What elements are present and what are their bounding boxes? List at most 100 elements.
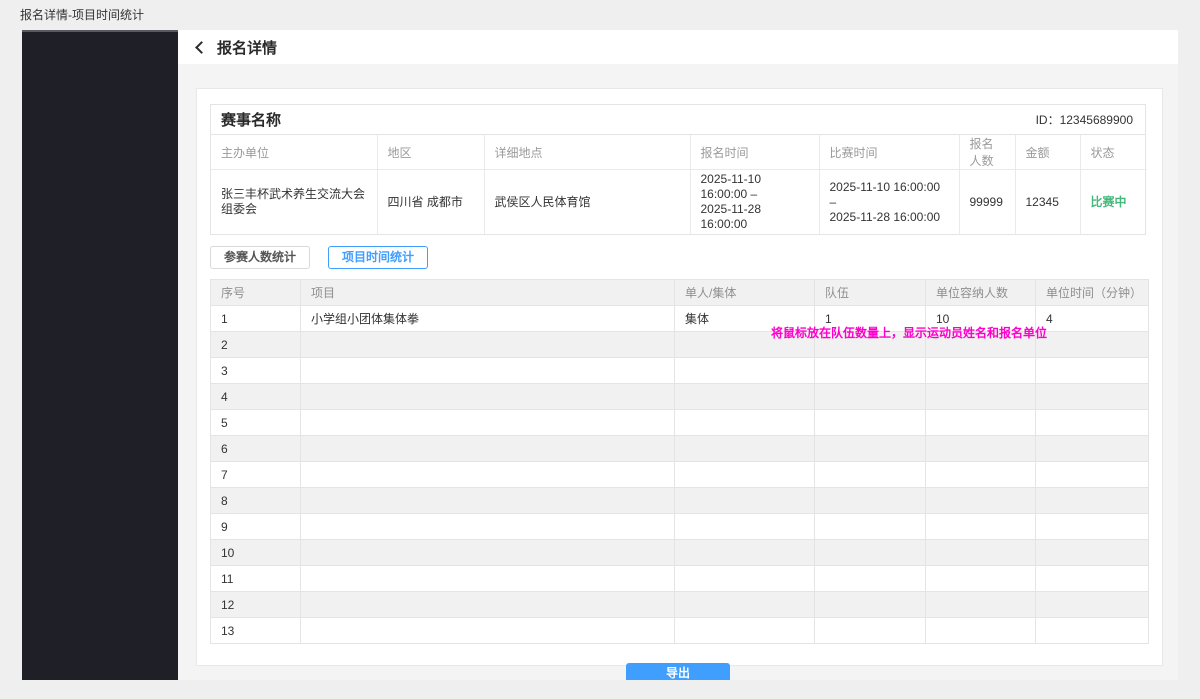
table-cell: 5 (211, 410, 301, 436)
table-cell (815, 592, 926, 618)
table-cell (301, 540, 675, 566)
table-cell (675, 488, 815, 514)
table-cell (675, 592, 815, 618)
table-cell (815, 462, 926, 488)
table-cell (815, 410, 926, 436)
event-info-value-cell: 武侯区人民体育馆 (484, 170, 690, 235)
event-info-value-cell: 张三丰杯武术养生交流大会组委会 (211, 170, 377, 235)
event-name: 赛事名称 (221, 109, 281, 130)
table-row: 12 (211, 592, 1149, 618)
table-cell: 6 (211, 436, 301, 462)
event-info-value-cell: 99999 (959, 170, 1015, 235)
table-cell: 4 (211, 384, 301, 410)
table-cell (1036, 618, 1149, 644)
table-cell: 1 (211, 306, 301, 332)
back-chevron-icon (195, 41, 208, 54)
table-row: 9 (211, 514, 1149, 540)
event-info-value-cell: 12345 (1015, 170, 1080, 235)
table-cell (926, 566, 1036, 592)
table-row: 13 (211, 618, 1149, 644)
table-cell (815, 436, 926, 462)
event-info-col-header: 主办单位 (211, 135, 377, 170)
table-cell (675, 462, 815, 488)
table-cell: 13 (211, 618, 301, 644)
table-cell (1036, 410, 1149, 436)
table-cell (926, 410, 1036, 436)
table-cell (1036, 566, 1149, 592)
event-info-value-cell: 2025-11-10 16:00:00 – 2025-11-28 16:00:0… (819, 170, 959, 235)
table-row: 10 (211, 540, 1149, 566)
export-row: 导出 (210, 663, 1146, 680)
event-info-col-header: 报名时间 (690, 135, 819, 170)
event-info-col-header: 金额 (1015, 135, 1080, 170)
table-cell: 11 (211, 566, 301, 592)
table-col-header: 单位容纳人数 (926, 280, 1036, 306)
table-cell (301, 332, 675, 358)
table-cell (301, 592, 675, 618)
table-cell (301, 618, 675, 644)
window-title: 报名详情-项目时间统计 (20, 6, 144, 23)
table-row: 4 (211, 384, 1149, 410)
tab-participant-count-stats[interactable]: 参赛人数统计 (210, 246, 310, 269)
table-cell: 7 (211, 462, 301, 488)
table-cell (815, 358, 926, 384)
table-cell (926, 540, 1036, 566)
sidebar (22, 30, 178, 680)
table-cell: 2 (211, 332, 301, 358)
back-button[interactable]: 报名详情 (197, 37, 277, 58)
table-cell (675, 618, 815, 644)
project-time-table-wrap: 序号项目单人/集体队伍单位容纳人数单位时间（分钟） 1小学组小团体集体拳集体11… (210, 279, 1146, 644)
table-cell (1036, 540, 1149, 566)
event-info-value-row: 张三丰杯武术养生交流大会组委会四川省 成都市武侯区人民体育馆 2025-11-10… (211, 170, 1147, 235)
table-cell (301, 384, 675, 410)
table-header-row: 序号项目单人/集体队伍单位容纳人数单位时间（分钟） (211, 280, 1149, 306)
table-col-header: 队伍 (815, 280, 926, 306)
table-cell (675, 410, 815, 436)
table-cell (926, 618, 1036, 644)
table-cell (301, 488, 675, 514)
event-title-row: 赛事名称 ID：12345689900 (211, 105, 1145, 135)
table-col-header: 单位时间（分钟） (1036, 280, 1149, 306)
table-cell: 8 (211, 488, 301, 514)
content-area: 报名详情 赛事名称 ID：12345689900 主办单位地区详细地点报名时间比… (178, 30, 1178, 680)
table-row: 6 (211, 436, 1149, 462)
table-cell (301, 358, 675, 384)
table-cell (301, 514, 675, 540)
table-cell (815, 488, 926, 514)
table-col-header: 项目 (301, 280, 675, 306)
table-cell (675, 384, 815, 410)
event-info-col-header: 地区 (377, 135, 484, 170)
table-cell: 10 (211, 540, 301, 566)
table-cell (675, 566, 815, 592)
page-header: 报名详情 (178, 30, 1178, 64)
table-row: 11 (211, 566, 1149, 592)
table-cell (675, 436, 815, 462)
table-cell (301, 566, 675, 592)
hover-hint-annotation: 将鼠标放在队伍数量上，显示运动员姓名和报名单位 (771, 324, 1047, 341)
event-info-box: 赛事名称 ID：12345689900 主办单位地区详细地点报名时间比赛时间报名… (210, 104, 1146, 235)
tab-project-time-stats[interactable]: 项目时间统计 (328, 246, 428, 269)
table-cell (1036, 514, 1149, 540)
page-title: 报名详情 (217, 37, 277, 58)
table-cell (1036, 436, 1149, 462)
event-info-value-cell: 四川省 成都市 (377, 170, 484, 235)
table-cell (301, 462, 675, 488)
export-button[interactable]: 导出 (626, 663, 730, 680)
table-cell (1036, 592, 1149, 618)
table-cell (926, 514, 1036, 540)
event-id-label: ID： (1036, 113, 1060, 127)
table-cell: 12 (211, 592, 301, 618)
table-row: 5 (211, 410, 1149, 436)
table-cell: 小学组小团体集体拳 (301, 306, 675, 332)
table-col-header: 单人/集体 (675, 280, 815, 306)
table-cell (815, 618, 926, 644)
event-id: ID：12345689900 (1036, 111, 1133, 128)
table-cell (926, 436, 1036, 462)
table-cell (1036, 384, 1149, 410)
stat-tabs: 参赛人数统计 项目时间统计 (210, 246, 1146, 269)
detail-card: 赛事名称 ID：12345689900 主办单位地区详细地点报名时间比赛时间报名… (196, 88, 1163, 666)
table-cell (675, 540, 815, 566)
table-cell: 3 (211, 358, 301, 384)
table-col-header: 序号 (211, 280, 301, 306)
table-cell (1036, 358, 1149, 384)
